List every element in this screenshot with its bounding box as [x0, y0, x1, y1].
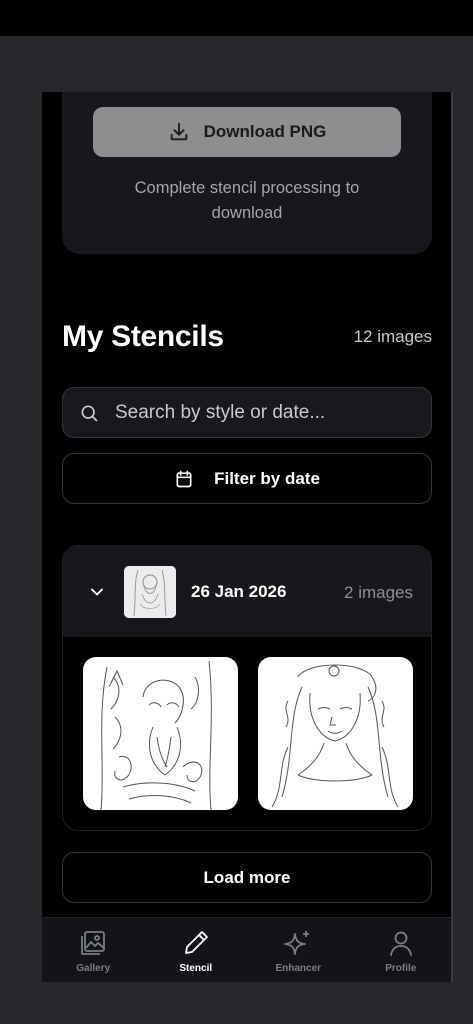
app-screen: Download PNG Complete stencil processing… [42, 92, 452, 982]
bottom-tab-bar: Gallery Stencil Enhancer Profile [42, 917, 452, 982]
tab-stencil[interactable]: Stencil [145, 918, 248, 982]
stencil-count: 12 images [353, 327, 432, 346]
device-edge [451, 92, 453, 982]
download-hint: Complete stencil processing to download [134, 179, 360, 222]
tab-gallery[interactable]: Gallery [42, 918, 145, 982]
gallery-icon [81, 931, 106, 955]
date-group: 26 Jan 2026 2 images [62, 545, 432, 831]
download-card: Download PNG Complete stencil processing… [62, 92, 432, 254]
stencil-image[interactable] [258, 657, 413, 810]
group-image-count: 2 images [344, 583, 413, 602]
status-bar [0, 0, 473, 36]
calendar-icon [176, 470, 192, 487]
search-bar[interactable] [62, 387, 432, 438]
load-more-label: Load more [203, 867, 291, 887]
tab-stencil-label: Stencil [179, 963, 213, 974]
page-title: My Stencils [62, 320, 224, 353]
tab-gallery-label: Gallery [76, 963, 111, 974]
pencil-icon [184, 931, 208, 954]
tab-profile-label: Profile [385, 963, 417, 974]
tab-enhancer-label: Enhancer [275, 963, 322, 974]
download-png-button[interactable]: Download PNG [93, 107, 401, 157]
stencil-image[interactable] [83, 657, 238, 810]
tab-enhancer[interactable]: Enhancer [247, 918, 350, 982]
group-thumbnail [124, 566, 176, 618]
user-icon [389, 931, 412, 956]
download-button-label: Download PNG [203, 122, 327, 141]
date-group-header[interactable]: 26 Jan 2026 2 images [63, 546, 431, 637]
search-icon [81, 405, 98, 421]
filter-label: Filter by date [214, 468, 320, 488]
filter-by-date-button[interactable]: Filter by date [62, 453, 432, 504]
group-date: 26 Jan 2026 [191, 582, 287, 601]
download-icon [170, 122, 187, 141]
chevron-down-icon[interactable] [87, 582, 107, 602]
tab-profile[interactable]: Profile [350, 918, 453, 982]
load-more-button[interactable]: Load more [62, 852, 432, 903]
sparkle-icon [284, 931, 310, 955]
search-input[interactable] [115, 401, 431, 424]
